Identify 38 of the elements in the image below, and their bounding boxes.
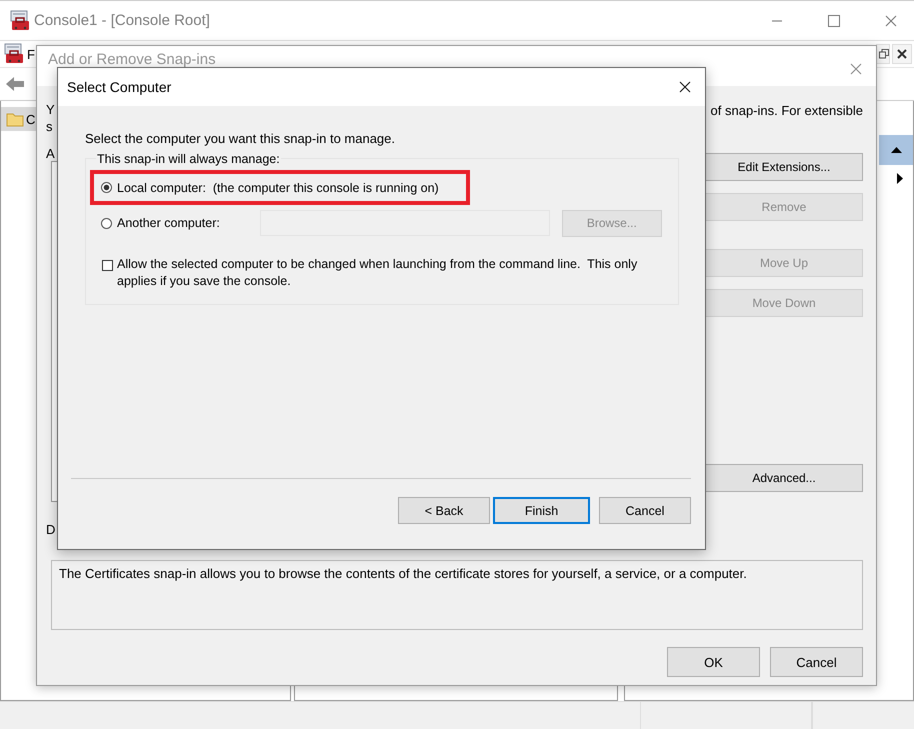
menu-item[interactable]: F [27, 46, 35, 62]
intro-text: Y [46, 102, 55, 117]
wizard-button[interactable]: < Back [398, 497, 490, 524]
description-text: The Certificates snap-in allows you to browse the contents of the certificate stores for yourself, a service, or a computer. [51, 560, 863, 630]
expand-arrow-icon[interactable] [897, 173, 903, 184]
intro-text: s [46, 119, 52, 134]
dialog-title: Add or Remove Snap-ins [48, 51, 216, 68]
toolbox-icon [3, 43, 25, 65]
restore-button[interactable] [876, 44, 890, 64]
close-icon [897, 49, 907, 59]
wizard-button[interactable]: Finish [493, 497, 590, 524]
side-button[interactable]: Advanced... [705, 464, 863, 492]
list-label: A [46, 146, 55, 161]
maximize-icon[interactable] [828, 14, 840, 26]
description-label: D [46, 522, 56, 537]
close-button[interactable] [892, 44, 912, 64]
restore-icon [879, 49, 889, 59]
toolbox-icon [9, 10, 31, 32]
side-button[interactable]: Edit Extensions... [705, 153, 863, 181]
back-arrow-icon[interactable] [5, 76, 25, 92]
checkbox[interactable] [102, 260, 113, 271]
dialog-button[interactable]: OK [667, 647, 760, 677]
intro-text: of snap-ins. For extensible [710, 103, 863, 120]
option-label: Local computer: (the computer this console is running on) [117, 180, 439, 194]
wizard-button[interactable]: Cancel [599, 497, 691, 524]
radio-button[interactable] [101, 182, 112, 193]
folder-icon [6, 112, 24, 126]
collapse-arrow-icon[interactable] [890, 147, 902, 153]
prompt-text: Select the computer you want this snap-in to manage. [85, 131, 396, 146]
option-label: Another computer: [117, 216, 220, 230]
group-label: This snap-in will always manage: [96, 152, 281, 166]
window-title: Console1 - [Console Root] [34, 12, 210, 29]
radio-button[interactable] [101, 218, 112, 228]
close-icon[interactable] [679, 81, 691, 93]
tree-item[interactable]: C [1, 107, 36, 131]
dialog-title: Select Computer [67, 79, 172, 95]
checkbox-label: Allow the selected computer to be changed when launching from the command line. This only applies if you save the console. [117, 256, 638, 290]
dialog-button[interactable]: Cancel [770, 647, 863, 677]
